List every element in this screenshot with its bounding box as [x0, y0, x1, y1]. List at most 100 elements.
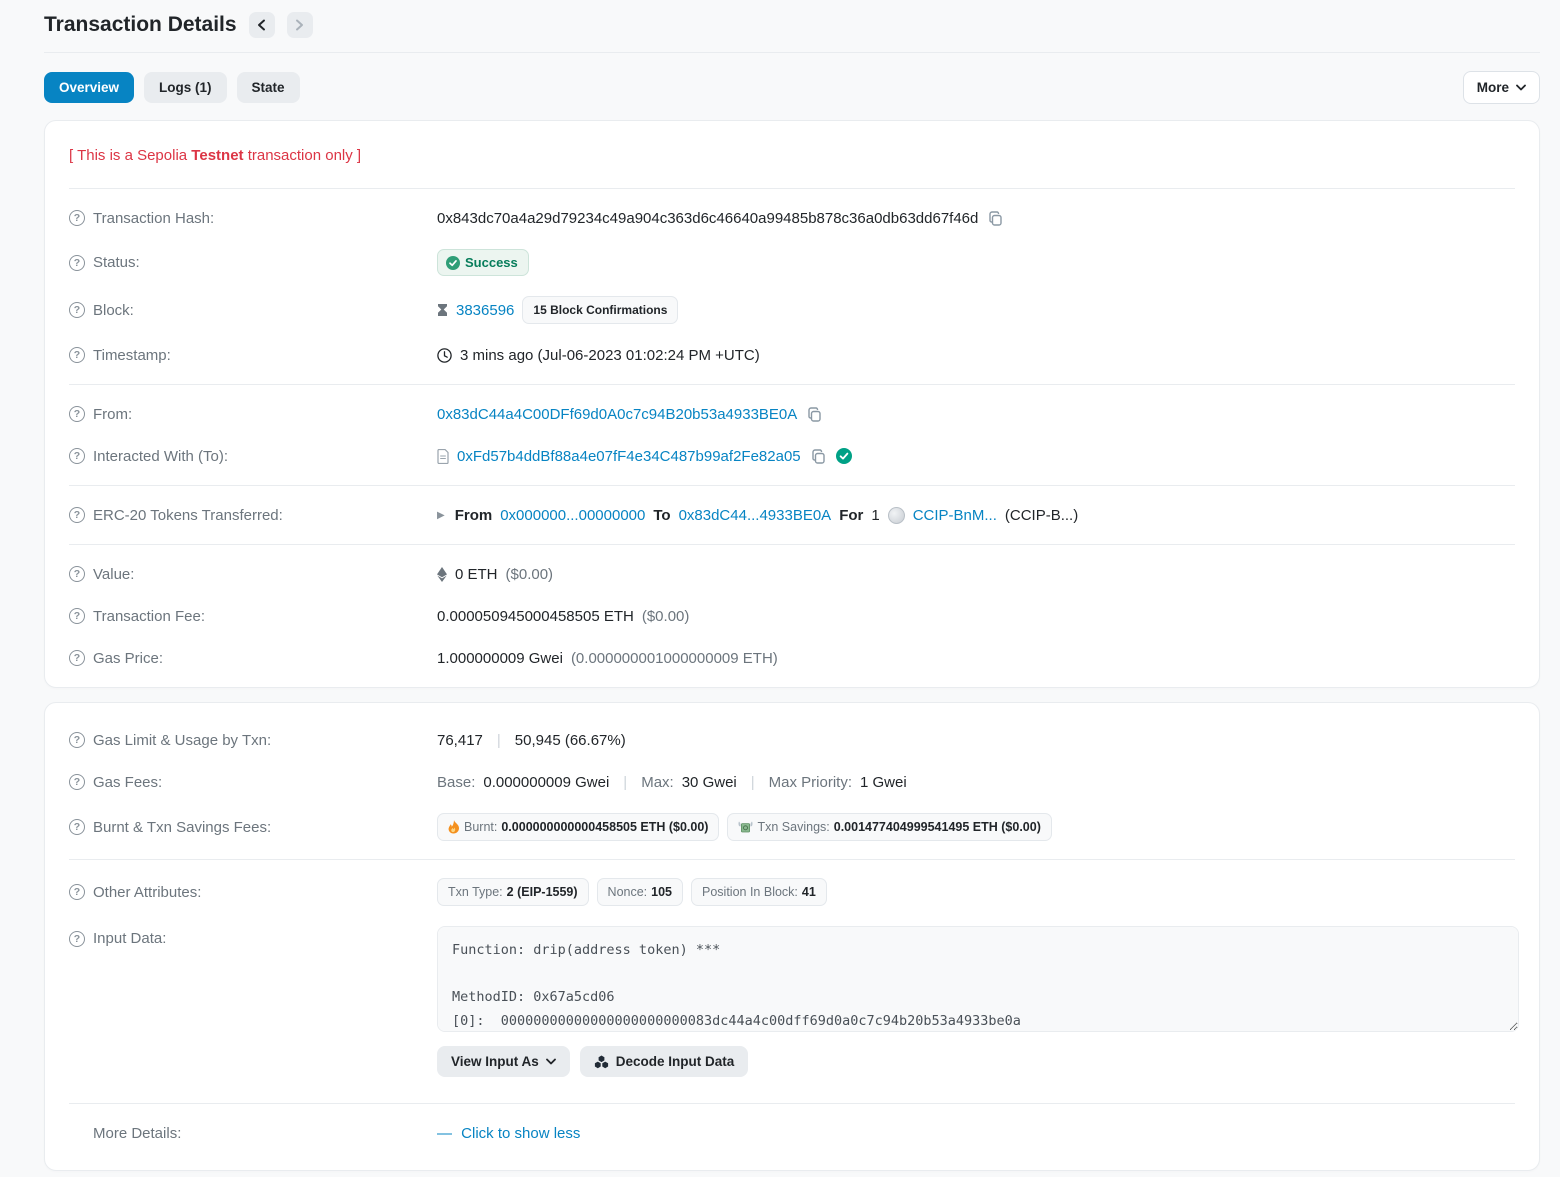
txn-savings-title: Txn Savings:: [757, 820, 829, 834]
token-logo-icon: [888, 507, 905, 524]
transaction-hash-label: Transaction Hash:: [93, 210, 214, 227]
help-circle-icon[interactable]: ?: [69, 931, 85, 947]
more-details-label: More Details:: [93, 1125, 181, 1142]
burnt-title: Burnt:: [464, 820, 497, 834]
chevron-down-icon: [546, 1058, 556, 1065]
gas-price-value: 1.000000009 Gwei: [437, 650, 563, 667]
transaction-fee-row: ? Transaction Fee: 0.000050945000458505 …: [69, 595, 1515, 637]
chevron-left-icon: [257, 19, 266, 31]
transaction-hash-value: 0x843dc70a4a29d79234c49a904c363d6c46640a…: [437, 210, 978, 227]
to-address-link[interactable]: 0xFd57b4ddBf88a4e07fF4e34C487b99af2Fe82a…: [457, 448, 801, 465]
fire-icon: [448, 820, 460, 834]
help-circle-icon[interactable]: ?: [69, 608, 85, 624]
erc20-from-address-link[interactable]: 0x000000...00000000: [500, 507, 645, 524]
help-circle-icon[interactable]: ?: [69, 507, 85, 523]
txn-type-value: 2 (EIP-1559): [507, 885, 578, 899]
position-in-block-badge: Position In Block: 41: [691, 878, 827, 906]
next-transaction-button[interactable]: [287, 12, 313, 38]
help-circle-icon[interactable]: ?: [69, 347, 85, 363]
separator: |: [745, 774, 761, 791]
block-number-link[interactable]: 3836596: [456, 302, 514, 319]
status-text: Success: [465, 255, 518, 270]
block-label: Block:: [93, 302, 134, 319]
help-circle-icon[interactable]: ?: [69, 819, 85, 835]
decode-input-data-button[interactable]: Decode Input Data: [580, 1046, 749, 1077]
divider: [69, 384, 1515, 385]
base-fee-label: Base:: [437, 774, 475, 791]
show-less-text: Click to show less: [461, 1125, 580, 1142]
value-label: Value:: [93, 566, 134, 583]
transaction-fee-value: 0.000050945000458505 ETH: [437, 608, 634, 625]
divider: [69, 485, 1515, 486]
value-amount: 0 ETH: [455, 566, 498, 583]
block-confirmations-badge: 15 Block Confirmations: [522, 296, 678, 324]
status-row: ? Status: Success: [69, 239, 1515, 286]
from-label: From:: [93, 406, 132, 423]
minus-icon: —: [437, 1125, 457, 1142]
input-data-textarea[interactable]: Function: drip(address token) *** Method…: [437, 926, 1519, 1032]
tab-overview[interactable]: Overview: [44, 72, 134, 103]
copy-hash-button[interactable]: [986, 211, 1005, 226]
timestamp-value: 3 mins ago (Jul-06-2023 01:02:24 PM +UTC…: [460, 347, 760, 364]
max-priority-fee-label: Max Priority:: [769, 774, 852, 791]
erc20-for-word: For: [839, 507, 863, 524]
clock-icon: [437, 348, 452, 363]
value-usd: ($0.00): [506, 566, 554, 583]
position-in-block-value: 41: [802, 885, 816, 899]
chevron-down-icon: [1516, 84, 1526, 91]
other-attributes-label: Other Attributes:: [93, 884, 201, 901]
divider: [69, 1103, 1515, 1104]
help-circle-icon[interactable]: ?: [69, 566, 85, 582]
view-input-as-label: View Input As: [451, 1054, 539, 1069]
help-circle-icon[interactable]: ?: [69, 406, 85, 422]
testnet-notice: [ This is a Sepolia Testnet transaction …: [69, 129, 1515, 180]
view-input-as-button[interactable]: View Input As: [437, 1046, 570, 1077]
status-badge: Success: [437, 249, 529, 276]
copy-icon: [811, 449, 826, 464]
copy-to-address-button[interactable]: [809, 449, 828, 464]
help-circle-icon[interactable]: ?: [69, 302, 85, 318]
help-circle-icon[interactable]: ?: [69, 732, 85, 748]
gas-price-row: ? Gas Price: 1.000000009 Gwei (0.0000000…: [69, 637, 1515, 679]
transaction-fee-label: Transaction Fee:: [93, 608, 205, 625]
page-title: Transaction Details: [44, 13, 237, 37]
tab-logs[interactable]: Logs (1): [144, 72, 227, 103]
details-card: ? Gas Limit & Usage by Txn: 76,417 | 50,…: [44, 702, 1540, 1171]
prev-transaction-button[interactable]: [249, 12, 275, 38]
help-circle-icon[interactable]: ?: [69, 255, 85, 271]
help-circle-icon[interactable]: ?: [69, 884, 85, 900]
help-circle-icon[interactable]: ?: [69, 448, 85, 464]
copy-icon: [988, 211, 1003, 226]
cubes-icon: [594, 1055, 609, 1069]
help-circle-icon[interactable]: ?: [69, 774, 85, 790]
erc20-to-word: To: [653, 507, 670, 524]
separator: |: [491, 732, 507, 749]
copy-from-address-button[interactable]: [805, 407, 824, 422]
input-data-label: Input Data:: [93, 930, 166, 947]
txn-type-label: Txn Type:: [448, 885, 503, 899]
erc20-transfers-label: ERC-20 Tokens Transferred:: [93, 507, 283, 524]
help-circle-icon[interactable]: ?: [69, 650, 85, 666]
position-in-block-label: Position In Block:: [702, 885, 798, 899]
interacted-with-label: Interacted With (To):: [93, 448, 228, 465]
gas-limit-label: Gas Limit & Usage by Txn:: [93, 732, 271, 749]
timestamp-row: ? Timestamp: 3 mins ago (Jul-06-2023 01:…: [69, 334, 1515, 376]
burnt-value: 0.000000000000458505 ETH ($0.00): [501, 820, 708, 834]
check-circle-icon: [446, 256, 460, 270]
burnt-badge: Burnt: 0.000000000000458505 ETH ($0.00): [437, 813, 719, 841]
other-attributes-row: ? Other Attributes: Txn Type: 2 (EIP-155…: [69, 868, 1515, 916]
tab-state[interactable]: State: [237, 72, 300, 103]
ethereum-icon: [437, 567, 447, 582]
money-wings-icon: [738, 821, 753, 833]
more-dropdown-button[interactable]: More: [1463, 71, 1540, 104]
erc20-to-address-link[interactable]: 0x83dC44...4933BE0A: [679, 507, 832, 524]
erc20-token-symbol: (CCIP-B...): [1005, 507, 1078, 524]
base-fee-value: 0.000000009 Gwei: [483, 774, 609, 791]
help-circle-icon[interactable]: ?: [69, 210, 85, 226]
from-address-link[interactable]: 0x83dC44a4C00DFf69d0A0c7c94B20b53a4933BE…: [437, 406, 797, 423]
show-less-link[interactable]: — Click to show less: [437, 1125, 580, 1142]
page-header: Transaction Details: [44, 0, 1540, 52]
erc20-token-link[interactable]: CCIP-BnM...: [913, 507, 997, 524]
block-row: ? Block: 3836596 15 Block Confirmations: [69, 286, 1515, 334]
caret-right-icon: ▶: [437, 510, 447, 521]
